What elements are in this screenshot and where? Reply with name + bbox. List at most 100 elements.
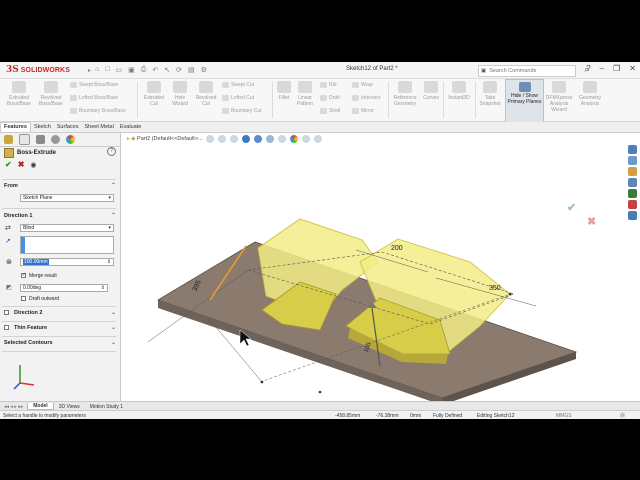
- minimize-icon[interactable]: –: [600, 64, 604, 73]
- merge-result-checkbox[interactable]: [21, 272, 26, 278]
- instant3d-button[interactable]: Instant3D: [445, 81, 473, 101]
- extruded-boss-button[interactable]: Extruded Boss/Base: [4, 81, 34, 107]
- selected-contours-section-label[interactable]: Selected Contours: [4, 340, 53, 346]
- file-properties-icon[interactable]: ▤: [188, 66, 195, 74]
- tab-sketch[interactable]: Sketch: [31, 123, 54, 132]
- restore-icon[interactable]: ❐: [613, 64, 620, 73]
- ok-check-icon[interactable]: ✔: [5, 160, 12, 169]
- options-gear-icon[interactable]: ⚙: [201, 66, 207, 74]
- dimension-200[interactable]: 200: [391, 245, 403, 252]
- save-icon[interactable]: ▣: [128, 66, 135, 74]
- shell-icon: [320, 108, 327, 114]
- extruded-cut-button[interactable]: Extruded Cut: [140, 81, 168, 107]
- linear-pattern-button[interactable]: Linear Pattern: [294, 81, 316, 107]
- new-file-icon[interactable]: □: [105, 66, 109, 74]
- menu-expand-icon[interactable]: ▸: [88, 67, 91, 74]
- swept-cut-button[interactable]: Swept Cut: [222, 82, 254, 88]
- model-canvas[interactable]: 200 350 395 100: [121, 133, 640, 401]
- draft-outward-checkbox[interactable]: [21, 296, 26, 301]
- search-commands-input[interactable]: ▣ Search Commands ⌕: [478, 65, 589, 77]
- print-icon[interactable]: ⎙: [141, 66, 147, 74]
- collapse-chevron-icon[interactable]: ⌃: [111, 182, 116, 189]
- dimension-350[interactable]: 350: [489, 285, 501, 292]
- expand-chevron-icon[interactable]: ⌄: [111, 324, 116, 331]
- configuration-manager-icon[interactable]: [36, 135, 45, 144]
- display-manager-icon[interactable]: [66, 135, 75, 144]
- property-manager-icon[interactable]: [19, 134, 30, 145]
- expand-chevron-icon[interactable]: ⌄: [111, 339, 116, 346]
- cancel-x-icon[interactable]: ✖: [18, 160, 25, 169]
- tab-features[interactable]: Features: [0, 122, 31, 132]
- thin-feature-section-label[interactable]: Thin Feature: [14, 325, 47, 331]
- feature-tree-icon[interactable]: [4, 135, 13, 144]
- boundary-cut-button[interactable]: Boundary Cut: [222, 108, 262, 114]
- spin-arrows-icon[interactable]: ⇕: [107, 259, 111, 265]
- select-icon[interactable]: ↖: [164, 66, 170, 74]
- direction2-section-label[interactable]: Direction 2: [14, 310, 42, 316]
- lofted-boss-button[interactable]: Lofted Boss/Base: [70, 95, 118, 101]
- rebuild-icon[interactable]: ⟳: [176, 66, 182, 74]
- from-section-label[interactable]: From: [4, 183, 18, 189]
- open-file-icon[interactable]: ▭: [115, 66, 122, 74]
- fillet-button[interactable]: Fillet: [275, 81, 293, 101]
- draft-toggle-icon[interactable]: ◩: [6, 284, 12, 291]
- graphics-area[interactable]: ▸ ◆ Part2 (Default<<Default>... ✔ ✖ 200 …: [121, 133, 640, 401]
- tab-surfaces[interactable]: Surfaces: [54, 123, 82, 132]
- preview-eye-icon[interactable]: ◉: [30, 161, 36, 169]
- intersect-icon: [352, 95, 359, 101]
- status-units[interactable]: MMGS: [556, 413, 572, 419]
- shell-button[interactable]: Shell: [320, 108, 340, 114]
- direction1-section-label[interactable]: Direction 1: [4, 213, 32, 219]
- divider: [2, 306, 116, 307]
- tab-sheet-metal[interactable]: Sheet Metal: [81, 123, 116, 132]
- direction2-checkbox[interactable]: [4, 310, 9, 315]
- solidworks-logo[interactable]: 3S SOLIDWORKS: [0, 65, 88, 75]
- help-icon[interactable]: ?: [586, 64, 590, 73]
- rib-button[interactable]: Rib: [320, 82, 337, 88]
- intersect-button[interactable]: Intersect: [352, 95, 380, 101]
- draft-button[interactable]: Draft: [320, 95, 340, 101]
- tab-evaluate[interactable]: Evaluate: [117, 123, 144, 132]
- spin-arrows-icon[interactable]: ⇕: [101, 285, 105, 291]
- hide-show-primary-planes-button[interactable]: Hide / Show Primary Planes: [505, 79, 544, 123]
- tab-scroll-icons[interactable]: ◂◂ ◂ ▸ ▸▸: [0, 404, 27, 410]
- wrap-icon: [352, 82, 359, 88]
- draft-angle-input[interactable]: 0.00deg ⇕: [20, 284, 108, 292]
- geometry-analysis-button[interactable]: Geometry Analysis: [576, 81, 604, 107]
- take-snapshot-button[interactable]: Take Snapshot: [477, 81, 503, 107]
- hole-wizard-button[interactable]: Hole Wizard: [168, 81, 192, 107]
- boundary-boss-button[interactable]: Boundary Boss/Base: [70, 108, 126, 114]
- home-icon[interactable]: ⌂: [95, 66, 99, 74]
- extruded-boss-icon: [12, 81, 26, 93]
- title-bar: 3S SOLIDWORKS ▸ ⌂ □ ▭ ▣ ⎙ ↶ ↖ ⟳ ▤ ⚙ Sket…: [0, 62, 640, 79]
- depth-input[interactable]: 100.00mm ⇕: [20, 258, 114, 266]
- help-button[interactable]: ?: [107, 147, 116, 156]
- from-dropdown[interactable]: Sketch Plane ▾: [20, 194, 114, 202]
- thin-feature-checkbox[interactable]: [4, 325, 9, 330]
- end-condition-dropdown[interactable]: Blind ▾: [20, 224, 114, 232]
- tab-motion-study[interactable]: Motion Study 1: [85, 404, 128, 410]
- revolved-boss-button[interactable]: Revolved Boss/Base: [36, 81, 66, 107]
- lofted-cut-button[interactable]: Lofted Cut: [222, 95, 254, 101]
- undo-icon[interactable]: ↶: [152, 66, 158, 74]
- status-help-icon[interactable]: ⓪: [620, 412, 625, 419]
- command-manager-tabs: Features Sketch Surfaces Sheet Metal Eva…: [0, 122, 640, 133]
- swept-boss-button[interactable]: Swept Boss/Base: [70, 82, 118, 88]
- collapse-chevron-icon[interactable]: ⌃: [111, 212, 116, 219]
- dfmxpress-button[interactable]: DFMXpress Analysis Wizard: [543, 81, 575, 113]
- reverse-direction-icon[interactable]: ⇄: [5, 224, 11, 232]
- divider: [137, 82, 138, 118]
- tab-model[interactable]: Model: [27, 403, 54, 410]
- wrap-button[interactable]: Wrap: [352, 82, 373, 88]
- tab-3d-views[interactable]: 3D Views: [54, 404, 85, 410]
- curves-button[interactable]: Curves: [421, 81, 441, 101]
- expand-chevron-icon[interactable]: ⌄: [111, 309, 116, 316]
- direction-reference-box[interactable]: [20, 236, 114, 254]
- mirror-button[interactable]: Mirror: [352, 108, 374, 114]
- swept-boss-icon: [70, 82, 77, 88]
- dimxpert-icon[interactable]: [51, 135, 60, 144]
- status-editing: Editing Sketch12: [477, 412, 515, 419]
- revolved-cut-button[interactable]: Revolved Cut: [193, 81, 219, 107]
- reference-geometry-button[interactable]: Reference Geometry: [390, 81, 420, 107]
- close-icon[interactable]: ✕: [629, 64, 636, 73]
